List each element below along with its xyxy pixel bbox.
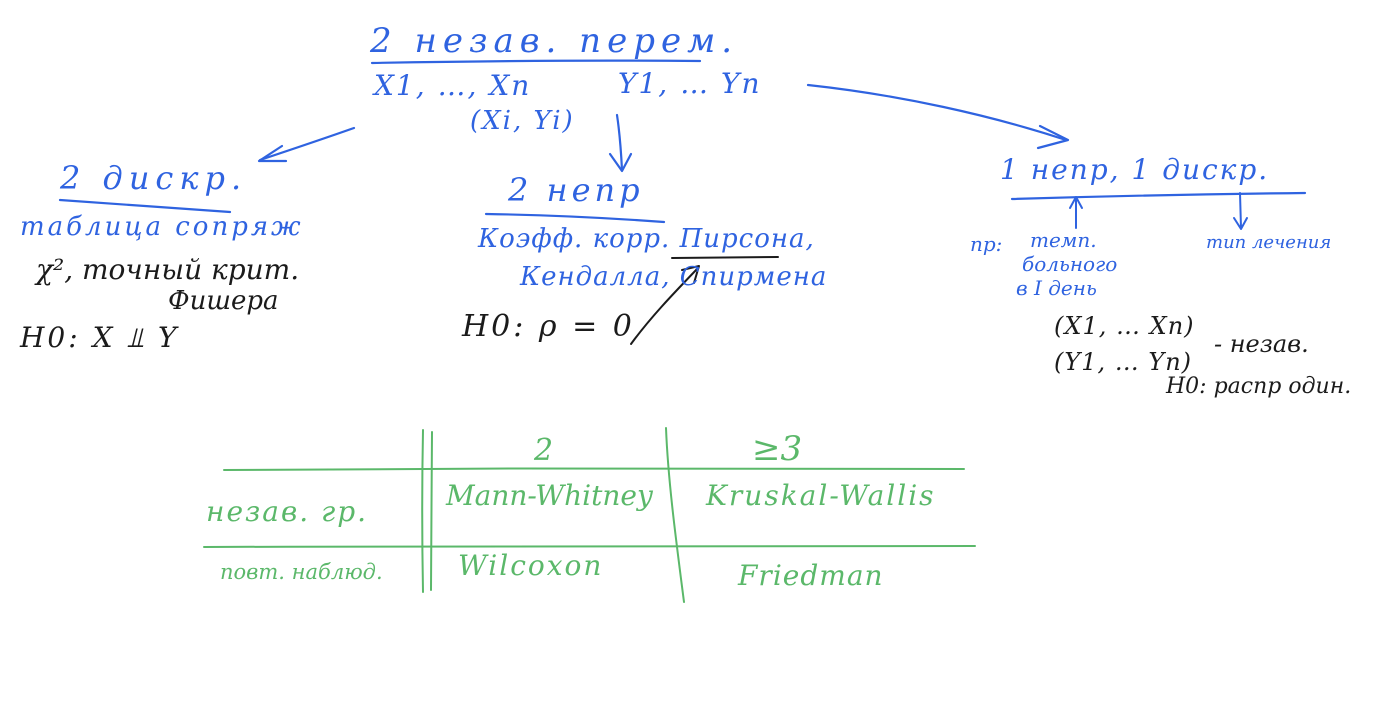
table-col-header-2: 2	[534, 433, 554, 468]
center-underline	[484, 212, 666, 224]
center-title: 2 непр	[508, 171, 644, 209]
table-col-header-3plus: ≥3	[752, 429, 803, 469]
right-example-line2: больного	[1022, 252, 1118, 276]
left-tests-line2: Фишера	[168, 286, 279, 316]
top-pairs: (Xi, Yi)	[470, 106, 575, 136]
left-hypothesis: H0: X ⫫ Y	[20, 321, 180, 354]
arrow-up-temperature	[1069, 196, 1083, 229]
arrow-to-mixed-head	[1036, 124, 1070, 150]
right-samples-x: (X1, … Xn)	[1054, 312, 1195, 340]
right-treatment: тип лечения	[1206, 232, 1332, 253]
table-cell-kruskal-wallis: Kruskal-Wallis	[706, 479, 936, 512]
table-hline-top	[223, 467, 965, 471]
center-line1: Коэфф. корр. Пирсона,	[478, 224, 815, 254]
right-example-line3: в I день	[1016, 276, 1097, 300]
arrow-to-mixed	[806, 83, 1068, 142]
table-row-label-independent: незав. гр.	[206, 495, 369, 528]
center-line2: Кендалла, Спирмена	[520, 262, 828, 292]
arrow-to-discrete	[258, 126, 356, 162]
table-cell-wilcoxon: Wilcoxon	[458, 549, 604, 582]
right-example-prefix: пр:	[970, 232, 1003, 256]
right-underline	[1010, 191, 1307, 201]
right-hypothesis: H0: распр один.	[1166, 374, 1352, 399]
top-y-vars: Y1, … Yn	[618, 67, 762, 100]
right-example-line1: темп.	[1030, 228, 1097, 252]
table-vline-1b	[430, 431, 433, 591]
left-tests-line1: χ², точный крит.	[36, 253, 300, 286]
table-row-label-repeated: повт. наблюд.	[220, 560, 383, 584]
center-hypothesis: H0: ρ = 0	[462, 309, 635, 344]
table-cell-friedman: Friedman	[738, 559, 884, 592]
top-x-vars: X1, …, Xn	[374, 69, 532, 102]
arrow-to-continuous	[615, 113, 624, 172]
right-samples-label: - незав.	[1214, 330, 1309, 358]
left-underline	[58, 198, 232, 214]
left-title: 2 дискр.	[60, 159, 248, 197]
right-title: 1 непр, 1 дискр.	[1000, 153, 1270, 186]
arrow-down-treatment	[1233, 192, 1248, 230]
left-subtitle: таблица сопряж	[20, 212, 304, 242]
table-cell-mann-whitney: Mann-Whitney	[446, 479, 653, 512]
pearson-underline	[671, 256, 779, 259]
table-vline-2	[665, 427, 685, 603]
table-vline-1a	[421, 429, 424, 593]
right-samples-y: (Y1, … Yn)	[1054, 348, 1193, 376]
top-title: 2 незав. перем.	[370, 21, 739, 61]
table-hline-middle	[203, 544, 976, 548]
